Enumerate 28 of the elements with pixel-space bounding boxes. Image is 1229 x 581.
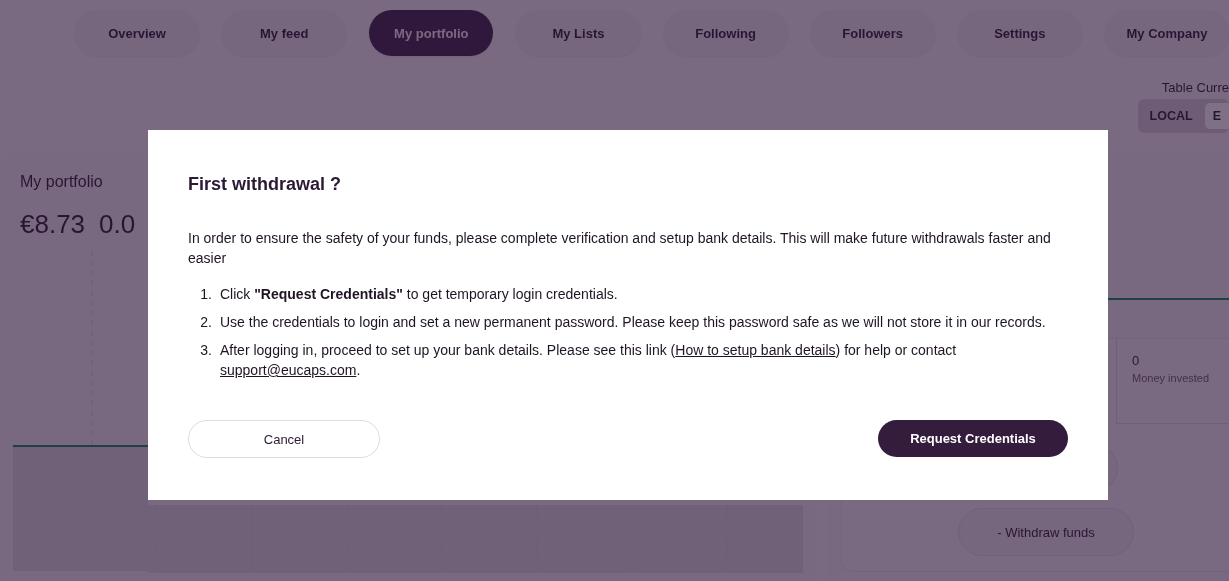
cancel-button[interactable]: Cancel (188, 420, 380, 458)
nav-tab[interactable]: My Lists (516, 10, 641, 56)
nav-tab[interactable]: Settings (957, 10, 1082, 56)
card-title: My portfolio (20, 173, 103, 191)
dialog-title: First withdrawal ? (188, 174, 343, 195)
portfolio-change: 0.0 (99, 209, 136, 240)
nav-tab[interactable]: My Company (1104, 10, 1229, 56)
nav-tab[interactable]: Following (663, 10, 788, 56)
withdraw-button[interactable]: - Withdraw funds (958, 508, 1134, 556)
step-text: After logging in, proceed to set up your bank details. Please see this link (How to setup bank details) for help or contact support@eucaps.com. (220, 341, 958, 380)
stat-value: 0 (1132, 353, 1141, 368)
currency-label: Table Curre (1161, 80, 1229, 95)
step-number: 3. (200, 341, 212, 360)
step-text: Click "Request Credentials" to get temporary login credentials. (220, 285, 618, 304)
stat-label: Money invested (1132, 372, 1210, 384)
nav-tab[interactable]: Followers (810, 10, 935, 56)
nav-tab[interactable]: Overview (75, 10, 200, 56)
step-number: 1. (200, 285, 212, 304)
currency-option[interactable]: E (1204, 103, 1229, 129)
step-number: 2. (200, 313, 212, 332)
request-credentials-button[interactable]: Request Credentials (878, 420, 1068, 457)
portfolio-value: €8.73 (20, 209, 86, 240)
currency-option[interactable]: LOCAL (1141, 103, 1201, 129)
dialog-text: In order to ensure the safety of your funds, please complete verification and setup bank details. This will make future withdrawals faster and easier (188, 229, 1052, 268)
nav-tab[interactable]: My feed (222, 10, 347, 56)
help-link[interactable]: How to setup bank details (675, 342, 836, 358)
nav-tab[interactable]: My portfolio (369, 10, 494, 56)
step-text: Use the credentials to login and set a new permanent password. Please keep this password safe as we will not store it in our records. (220, 313, 1046, 332)
